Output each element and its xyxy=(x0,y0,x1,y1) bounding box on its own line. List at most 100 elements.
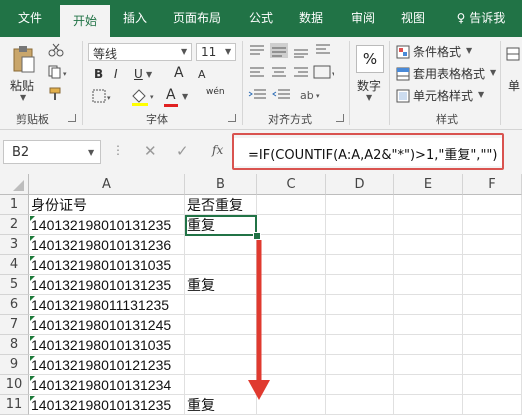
tab-file[interactable]: 文件 xyxy=(8,0,52,37)
cell-empty[interactable] xyxy=(394,335,463,355)
paste-dropdown-icon[interactable]: ▼ xyxy=(20,93,26,102)
cell-empty[interactable] xyxy=(326,255,394,275)
shrink-font-button[interactable]: A xyxy=(198,68,206,81)
font-color-button[interactable]: A xyxy=(166,87,176,103)
cell-empty[interactable] xyxy=(463,235,522,255)
horizontal-align-icons[interactable]: ▾ xyxy=(248,65,334,81)
cell-empty[interactable] xyxy=(463,335,522,355)
cancel-icon[interactable]: ✕ xyxy=(144,142,157,160)
row-header[interactable]: 9 xyxy=(0,355,29,375)
number-label[interactable]: 数字 xyxy=(357,77,381,94)
cell-empty[interactable] xyxy=(463,215,522,235)
column-header-e[interactable]: E xyxy=(394,174,463,195)
cells-group-partial-label[interactable]: 单 xyxy=(508,77,520,94)
cell-empty[interactable] xyxy=(463,195,522,215)
cell-id-number[interactable]: 身份证号 xyxy=(29,195,185,215)
cell-empty[interactable] xyxy=(326,395,394,415)
cell-empty[interactable] xyxy=(394,295,463,315)
cell-empty[interactable] xyxy=(394,255,463,275)
cell-empty[interactable] xyxy=(463,375,522,395)
insert-function-button[interactable]: fx xyxy=(212,143,223,157)
cell-empty[interactable] xyxy=(394,195,463,215)
tab-formulas[interactable]: 公式 xyxy=(240,0,282,37)
cell-id-number[interactable]: 140132198010131035 xyxy=(29,335,185,355)
font-name-select[interactable]: 等线 ▼ xyxy=(88,43,192,61)
column-header-b[interactable]: B xyxy=(185,174,257,195)
tell-me-box[interactable]: ♀ 告诉我 xyxy=(446,0,516,37)
cell-empty[interactable] xyxy=(326,235,394,255)
cell-id-number[interactable]: 140132198010131235 xyxy=(29,275,185,295)
column-header-f[interactable]: F xyxy=(463,174,522,195)
italic-button[interactable]: I xyxy=(114,67,118,81)
indent-orientation-icons[interactable]: ab ▾ xyxy=(248,87,334,103)
cell-empty[interactable] xyxy=(394,275,463,295)
cell-empty[interactable] xyxy=(326,375,394,395)
bold-button[interactable]: B xyxy=(94,67,103,81)
chevron-down-icon[interactable]: ▼ xyxy=(146,70,152,79)
row-header[interactable]: 1 xyxy=(0,195,29,215)
font-launcher-icon[interactable] xyxy=(228,114,236,122)
name-box[interactable]: B2 ▼ xyxy=(3,140,101,164)
cell-empty[interactable] xyxy=(394,215,463,235)
cell-empty[interactable] xyxy=(326,335,394,355)
column-header-a[interactable]: A xyxy=(29,174,185,195)
vertical-align-icons[interactable] xyxy=(248,43,334,59)
cell-empty[interactable] xyxy=(394,355,463,375)
cell-empty[interactable] xyxy=(463,295,522,315)
cell-empty[interactable] xyxy=(463,315,522,335)
cell-empty[interactable] xyxy=(326,195,394,215)
font-size-select[interactable]: 11 ▼ xyxy=(196,43,236,61)
cell-id-number[interactable]: 140132198010131035 xyxy=(29,255,185,275)
column-header-c[interactable]: C xyxy=(257,174,326,195)
cell-empty[interactable] xyxy=(326,295,394,315)
more-options-icon[interactable]: ⋮ xyxy=(112,143,124,157)
underline-button[interactable]: U xyxy=(134,67,143,81)
cell-empty[interactable] xyxy=(463,275,522,295)
cell-id-number[interactable]: 140132198010131235 xyxy=(29,215,185,235)
cell-empty[interactable] xyxy=(326,315,394,335)
clipboard-launcher-icon[interactable] xyxy=(68,114,76,122)
cell-id-number[interactable]: 140132198010131234 xyxy=(29,375,185,395)
cell-empty[interactable] xyxy=(326,215,394,235)
select-all-corner[interactable] xyxy=(0,174,29,195)
cell-empty[interactable] xyxy=(257,215,326,235)
cell-id-number[interactable]: 140132198011131235 xyxy=(29,295,185,315)
chevron-down-icon[interactable]: ▼ xyxy=(182,92,188,101)
paste-icon[interactable] xyxy=(12,45,36,75)
format-painter-icon[interactable] xyxy=(48,87,66,101)
cell-empty[interactable] xyxy=(326,355,394,375)
phonetic-guide-button[interactable]: wén xyxy=(206,87,225,97)
row-header[interactable]: 3 xyxy=(0,235,29,255)
cell-empty[interactable] xyxy=(394,315,463,335)
row-header[interactable]: 7 xyxy=(0,315,29,335)
cell-empty[interactable] xyxy=(463,255,522,275)
tab-data[interactable]: 数据 xyxy=(290,0,332,37)
cell-empty[interactable] xyxy=(394,375,463,395)
fill-color-icon[interactable]: ▾ xyxy=(130,87,158,107)
chevron-down-icon[interactable]: ▼ xyxy=(366,93,372,102)
cells-insert-icon[interactable] xyxy=(506,47,520,61)
cell-empty[interactable] xyxy=(394,235,463,255)
cell-empty[interactable] xyxy=(463,355,522,375)
row-header[interactable]: 6 xyxy=(0,295,29,315)
tab-view[interactable]: 视图 xyxy=(392,0,434,37)
tab-review[interactable]: 审阅 xyxy=(342,0,384,37)
tab-page-layout[interactable]: 页面布局 xyxy=(162,0,232,37)
row-header[interactable]: 8 xyxy=(0,335,29,355)
cell-id-number[interactable]: 140132198010131245 xyxy=(29,315,185,335)
alignment-launcher-icon[interactable] xyxy=(336,114,344,122)
cell-duplicate-flag[interactable]: 是否重复 xyxy=(185,195,257,215)
row-header[interactable]: 10 xyxy=(0,375,29,395)
paste-label[interactable]: 粘贴 xyxy=(10,77,34,94)
copy-icon[interactable]: ▾ xyxy=(48,65,70,79)
enter-icon[interactable]: ✓ xyxy=(176,142,189,160)
cell-empty[interactable] xyxy=(326,275,394,295)
row-header[interactable]: 4 xyxy=(0,255,29,275)
percent-format-icon[interactable]: % xyxy=(356,45,384,73)
cell-empty[interactable] xyxy=(394,395,463,415)
fill-handle[interactable] xyxy=(253,232,261,240)
tab-insert[interactable]: 插入 xyxy=(114,0,156,37)
row-header[interactable]: 11 xyxy=(0,395,29,415)
row-header[interactable]: 2 xyxy=(0,215,29,235)
column-header-d[interactable]: D xyxy=(326,174,394,195)
